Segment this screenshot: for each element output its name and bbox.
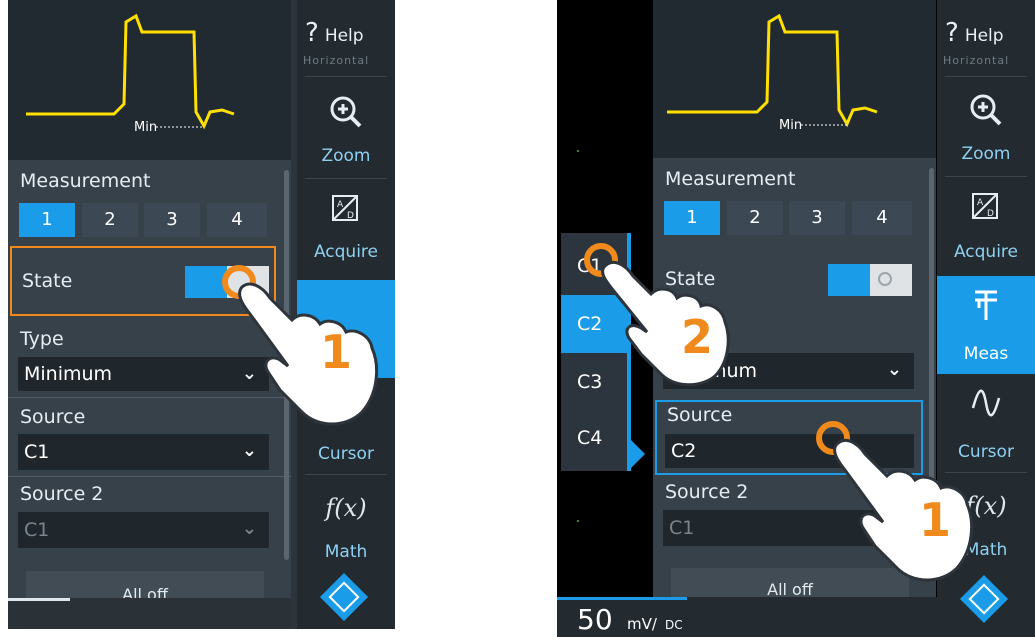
source2-value: C1 xyxy=(24,519,50,541)
zoom-button[interactable]: Zoom xyxy=(937,84,1035,176)
divider xyxy=(305,474,387,475)
divider xyxy=(305,76,387,77)
acquire-label: Acquire xyxy=(313,242,379,262)
acquire-label: Acquire xyxy=(953,242,1019,262)
channel-option-label: C4 xyxy=(577,427,603,449)
source2-label: Source 2 xyxy=(20,483,104,505)
trace-dot xyxy=(577,150,579,152)
divider xyxy=(305,178,387,179)
divider xyxy=(945,176,1027,177)
svg-text:A: A xyxy=(337,200,344,210)
zoom-icon xyxy=(297,94,395,137)
help-button[interactable]: ? Help xyxy=(305,18,364,48)
measurement-tab-2[interactable]: 2 xyxy=(82,203,138,237)
math-icon: f(x) xyxy=(325,494,367,522)
math-label: Math xyxy=(324,542,368,562)
source-label: Source xyxy=(667,404,733,426)
trace-dot xyxy=(577,520,579,522)
svg-text:A: A xyxy=(977,198,984,208)
hand-pointer-icon xyxy=(222,262,395,432)
meas-button[interactable]: Meas xyxy=(937,276,1035,374)
measurement-tab-1[interactable]: 1 xyxy=(19,203,75,237)
toggle-on-half xyxy=(828,264,870,296)
acquire-icon: AD xyxy=(937,190,1035,229)
source-dropdown[interactable]: C1 ⌄ xyxy=(18,434,269,470)
waveform-preview xyxy=(26,13,235,130)
type-label: Type xyxy=(20,328,64,350)
toggle-on-half xyxy=(185,266,227,298)
cursor-label: Cursor xyxy=(318,444,374,464)
hand-pointer-icon xyxy=(583,238,743,388)
vertical-scale-bar[interactable]: 50 mV/ DC xyxy=(557,597,937,637)
measurement-label: Measurement xyxy=(665,168,796,190)
source-value: C2 xyxy=(671,440,697,462)
min-marker-label: Min xyxy=(134,120,158,135)
help-icon: ? xyxy=(945,18,959,48)
measurement-preview: Min xyxy=(653,0,936,158)
measurement-tab-3[interactable]: 3 xyxy=(789,201,845,235)
chevron-down-icon: ⌄ xyxy=(886,359,902,380)
logo-icon[interactable] xyxy=(317,570,371,624)
state-toggle[interactable] xyxy=(828,264,912,296)
zoom-button[interactable]: Zoom xyxy=(297,84,395,178)
acquire-icon: AD xyxy=(297,192,395,231)
step-number-1: 1 xyxy=(320,325,353,379)
measurement-tab-4[interactable]: 4 xyxy=(207,203,267,237)
scale-bar-indicator xyxy=(557,597,687,600)
divider xyxy=(8,476,291,477)
source2-value: C1 xyxy=(669,517,695,539)
zoom-label: Zoom xyxy=(961,144,1011,164)
math-button[interactable]: f(x) Math xyxy=(297,480,395,572)
source2-dropdown[interactable]: C1 ⌄ xyxy=(18,512,269,548)
toggle-knob-icon xyxy=(878,272,892,286)
svg-text:D: D xyxy=(987,209,994,219)
min-marker-label: Min xyxy=(779,118,803,133)
help-label: Help xyxy=(324,26,364,46)
divider xyxy=(945,76,1027,77)
waveform-preview xyxy=(667,13,878,128)
horizontal-label: Horizontal xyxy=(943,54,1010,66)
coupling-label: DC xyxy=(665,618,683,632)
source-value: C1 xyxy=(24,441,50,463)
horizontal-label: Horizontal xyxy=(303,54,370,66)
help-button[interactable]: ? Help xyxy=(945,18,1004,48)
channel-option-c4[interactable]: C4 xyxy=(561,411,631,467)
type-value: Minimum xyxy=(24,363,113,385)
zoom-icon xyxy=(937,92,1035,135)
right-screenshot: C1 C2 C3 C4 Min Measurement 1 2 3 4 Stat… xyxy=(557,0,1035,637)
step-number-2: 2 xyxy=(681,310,714,364)
hand-pointer-icon xyxy=(811,416,991,586)
bottom-bar xyxy=(8,598,291,629)
svg-text:D: D xyxy=(347,211,354,221)
help-icon: ? xyxy=(305,18,319,48)
meas-icon xyxy=(937,288,1035,329)
source-label: Source xyxy=(20,406,86,428)
measurement-label: Measurement xyxy=(20,170,151,192)
meas-label: Meas xyxy=(963,344,1009,364)
bottom-bar-indicator xyxy=(8,598,70,601)
measurement-tab-1[interactable]: 1 xyxy=(664,201,720,235)
left-screenshot: Min Measurement 1 2 3 4 State Type Minim… xyxy=(8,0,395,629)
scale-value: 50 xyxy=(577,603,613,636)
state-label: State xyxy=(22,270,73,292)
picker-pointer xyxy=(631,440,645,468)
measurement-preview: Min xyxy=(8,0,291,160)
measurement-tab-2[interactable]: 2 xyxy=(727,201,783,235)
measurement-tab-4[interactable]: 4 xyxy=(852,201,912,235)
help-label: Help xyxy=(964,26,1004,46)
chevron-down-icon: ⌄ xyxy=(241,440,257,461)
scale-unit: mV/ xyxy=(627,615,657,633)
zoom-label: Zoom xyxy=(321,146,371,166)
acquire-button[interactable]: AD Acquire xyxy=(937,182,1035,274)
chevron-down-icon: ⌄ xyxy=(241,518,257,539)
step-number-1: 1 xyxy=(919,493,952,547)
measurement-tab-3[interactable]: 3 xyxy=(144,203,200,237)
source2-label: Source 2 xyxy=(665,481,749,503)
